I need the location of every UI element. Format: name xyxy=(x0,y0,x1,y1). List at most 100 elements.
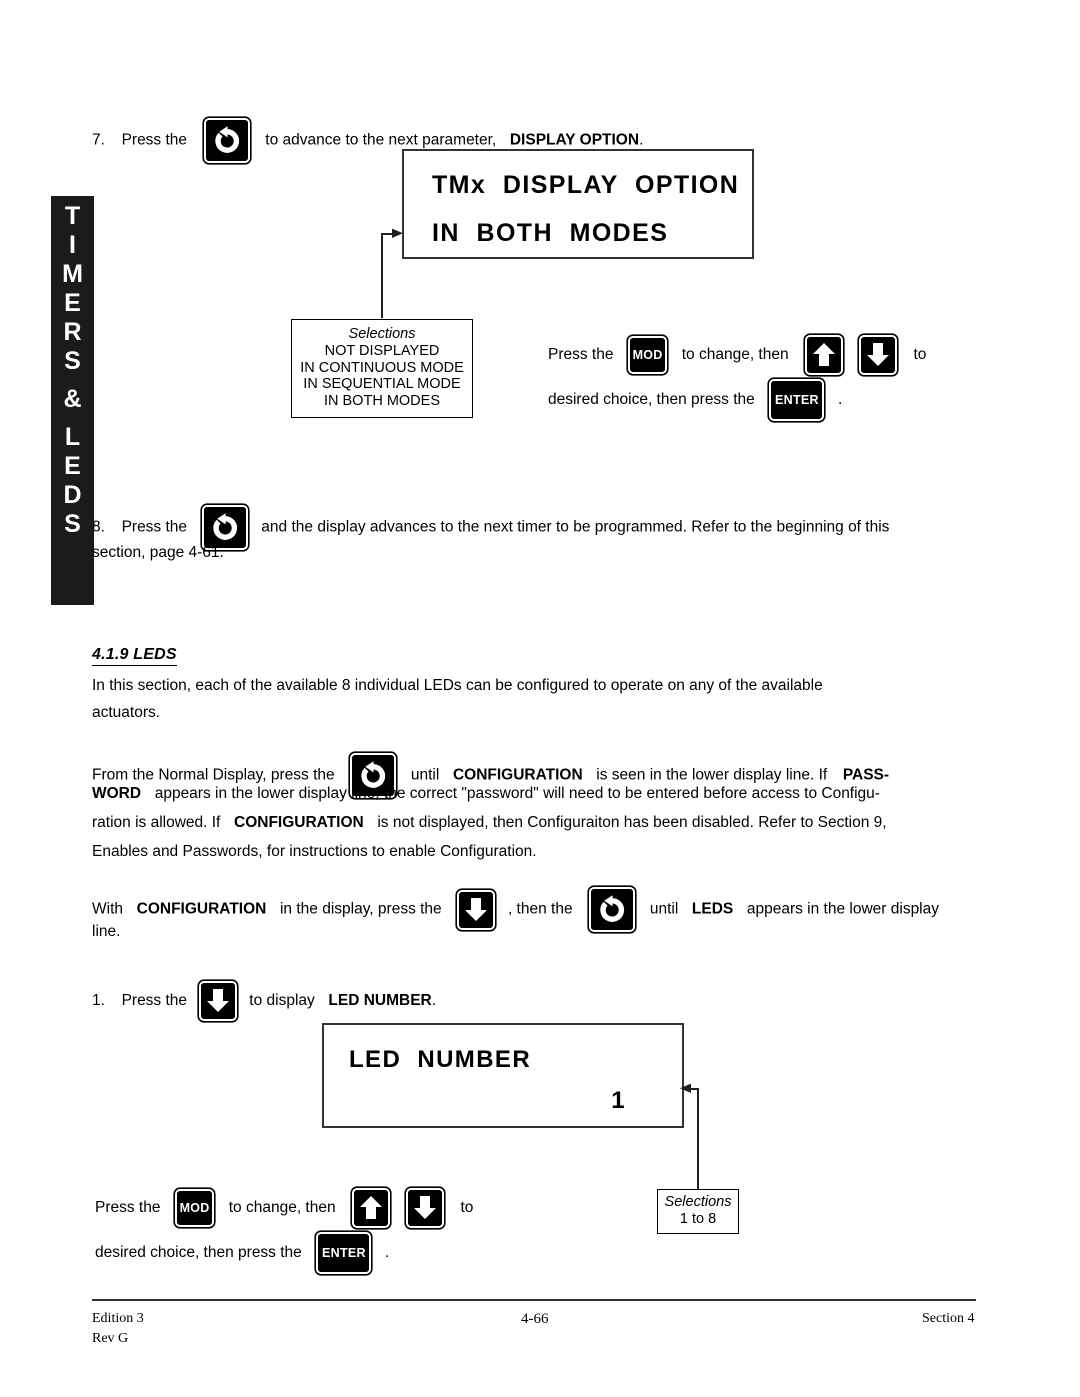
rotate-advance-icon xyxy=(600,894,625,922)
arrow-down-icon xyxy=(465,897,488,921)
paragraph-text: until xyxy=(649,900,679,918)
instruction-period: . xyxy=(385,1244,390,1262)
connector-arrowhead-top xyxy=(392,226,406,247)
step-8-line-2: section, page 4-61. xyxy=(92,544,224,561)
paragraph-text: From the Normal Display, press the xyxy=(92,766,335,784)
side-tab-char: M xyxy=(62,260,83,288)
down-arrow-button[interactable] xyxy=(198,981,237,1021)
paragraph-bold-password: PASS- xyxy=(842,766,890,784)
paragraph-text: is not displayed, then Configuraiton has… xyxy=(377,814,887,831)
instruction-top-line-1: Press the MOD to change, then to xyxy=(548,335,926,375)
footer-divider xyxy=(92,1299,976,1302)
section-paragraph-2-line-4: Enables and Passwords, for instructions … xyxy=(92,843,537,860)
instruction-bottom-line-1: Press the MOD to change, then to xyxy=(95,1188,473,1228)
selections-option: IN CONTINUOUS MODE xyxy=(300,359,464,376)
side-tab-char: E xyxy=(64,289,81,317)
instruction-bottom-line-2: desired choice, then press the ENTER . xyxy=(95,1232,389,1274)
side-tab-timers-and-leds: T I M E R S & L E D S xyxy=(51,196,94,605)
paragraph-text: ration is allowed. If xyxy=(92,814,221,831)
rotate-advance-icon xyxy=(215,125,239,153)
step-1-row: 1. Press the to display LED NUMBER. xyxy=(92,981,436,1021)
instruction-text: desired choice, then press the xyxy=(95,1244,302,1262)
step-7-number: 7. xyxy=(92,131,105,149)
step-8-number: 8. xyxy=(92,518,105,536)
step-1-period: . xyxy=(431,992,437,1010)
selections-box-led-number: Selections 1 to 8 xyxy=(657,1189,739,1234)
instruction-text: Press the xyxy=(548,346,614,364)
down-arrow-button[interactable] xyxy=(405,1188,444,1228)
arrow-down-icon xyxy=(413,1196,436,1219)
side-tab-char: R xyxy=(63,318,82,346)
paragraph-text: in the display, press the xyxy=(279,900,442,918)
step-1-text-after: to display xyxy=(249,992,315,1010)
side-tab-char: T xyxy=(64,202,81,230)
paragraph-text: is seen in the lower display line. If xyxy=(596,766,828,784)
paragraph-text: appears in the lower display line, the c… xyxy=(154,785,880,802)
section-paragraph-2-line-2: WORD appears in the lower display line, … xyxy=(92,784,880,804)
display-line-1: LED NUMBER xyxy=(349,1046,532,1073)
mod-button[interactable]: MOD xyxy=(175,1189,215,1227)
section-paragraph-3-line-1: With CONFIGURATION in the display, press… xyxy=(92,887,939,932)
paragraph-text: With xyxy=(92,900,123,918)
step-7-text-before: Press the xyxy=(121,131,188,149)
instruction-text: Press the xyxy=(95,1199,161,1217)
step-1-text-before: Press the xyxy=(121,992,188,1010)
selections-option: IN BOTH MODES xyxy=(323,392,440,409)
paragraph-bold-word: WORD xyxy=(92,785,142,802)
arrow-up-icon xyxy=(813,343,836,366)
side-tab-char: L xyxy=(64,423,81,451)
selections-box-display-option: Selections NOT DISPLAYED IN CONTINUOUS M… xyxy=(291,319,473,418)
step-1-number: 1. xyxy=(92,992,105,1010)
section-heading-leds: 4.1.9 LEDS xyxy=(92,646,177,666)
section-paragraph-1-line-1: In this section, each of the available 8… xyxy=(92,677,823,694)
rotate-advance-icon-button[interactable] xyxy=(589,887,636,932)
up-arrow-button[interactable] xyxy=(805,335,844,375)
paragraph-text: , then the xyxy=(507,900,573,918)
enter-button[interactable]: ENTER xyxy=(769,379,825,421)
footer-section: Section 4 xyxy=(922,1311,975,1326)
instruction-text: to change, then xyxy=(681,346,789,364)
side-tab-char: S xyxy=(64,510,81,538)
rotate-advance-icon-button[interactable] xyxy=(203,118,250,163)
paragraph-bold-configuration: CONFIGURATION xyxy=(234,814,364,831)
arrow-down-icon xyxy=(866,343,889,366)
instruction-text: to xyxy=(460,1199,474,1217)
side-tab-char: E xyxy=(64,452,81,480)
down-arrow-button[interactable] xyxy=(858,335,897,375)
section-paragraph-1-line-2: actuators. xyxy=(92,704,161,721)
enter-button[interactable]: ENTER xyxy=(316,1232,372,1274)
step-1-parameter-name: LED NUMBER xyxy=(328,992,432,1010)
mod-button[interactable]: MOD xyxy=(628,336,668,374)
side-tab-char: S xyxy=(64,347,81,375)
up-arrow-button[interactable] xyxy=(352,1188,391,1228)
rotate-advance-icon xyxy=(213,512,237,540)
instruction-top-line-2: desired choice, then press the ENTER . xyxy=(548,379,842,421)
display-led-number: LED NUMBER 1 xyxy=(322,1023,684,1128)
paragraph-bold-configuration: CONFIGURATION xyxy=(452,766,583,784)
display-tmx-display-option: TMx DISPLAY OPTION IN BOTH MODES xyxy=(402,149,754,259)
step-8-text-after: and the display advances to the next tim… xyxy=(261,518,890,536)
paragraph-bold-leds: LEDS xyxy=(691,900,734,918)
selections-range: 1 to 8 xyxy=(679,1211,717,1227)
connector-line-vertical-top xyxy=(381,233,384,318)
step-7-text-after: to advance to the next parameter, xyxy=(265,131,497,149)
footer-edition: Edition 3 xyxy=(92,1311,144,1326)
selections-title: Selections xyxy=(348,326,416,342)
step-7-period: . xyxy=(639,131,644,149)
instruction-text: to change, then xyxy=(228,1199,336,1217)
display-line-2: IN BOTH MODES xyxy=(432,219,669,247)
section-paragraph-3-line-2: line. xyxy=(92,923,121,940)
section-paragraph-2-line-3: ration is allowed. If CONFIGURATION is n… xyxy=(92,813,887,833)
selections-option: IN SEQUENTIAL MODE xyxy=(303,376,461,392)
footer-page-number: 4-66 xyxy=(521,1311,549,1327)
step-8-text-before: Press the xyxy=(121,518,188,536)
selections-option: NOT DISPLAYED xyxy=(324,343,440,359)
display-line-2-value: 1 xyxy=(611,1087,626,1114)
paragraph-text: appears in the lower display xyxy=(746,900,939,918)
paragraph-bold-configuration: CONFIGURATION xyxy=(136,900,267,918)
down-arrow-button[interactable] xyxy=(457,889,496,930)
display-line-1: TMx DISPLAY OPTION xyxy=(432,171,740,199)
instruction-text: to xyxy=(913,346,927,364)
arrow-down-icon xyxy=(206,989,229,1012)
selections-title: Selections xyxy=(664,1194,732,1210)
